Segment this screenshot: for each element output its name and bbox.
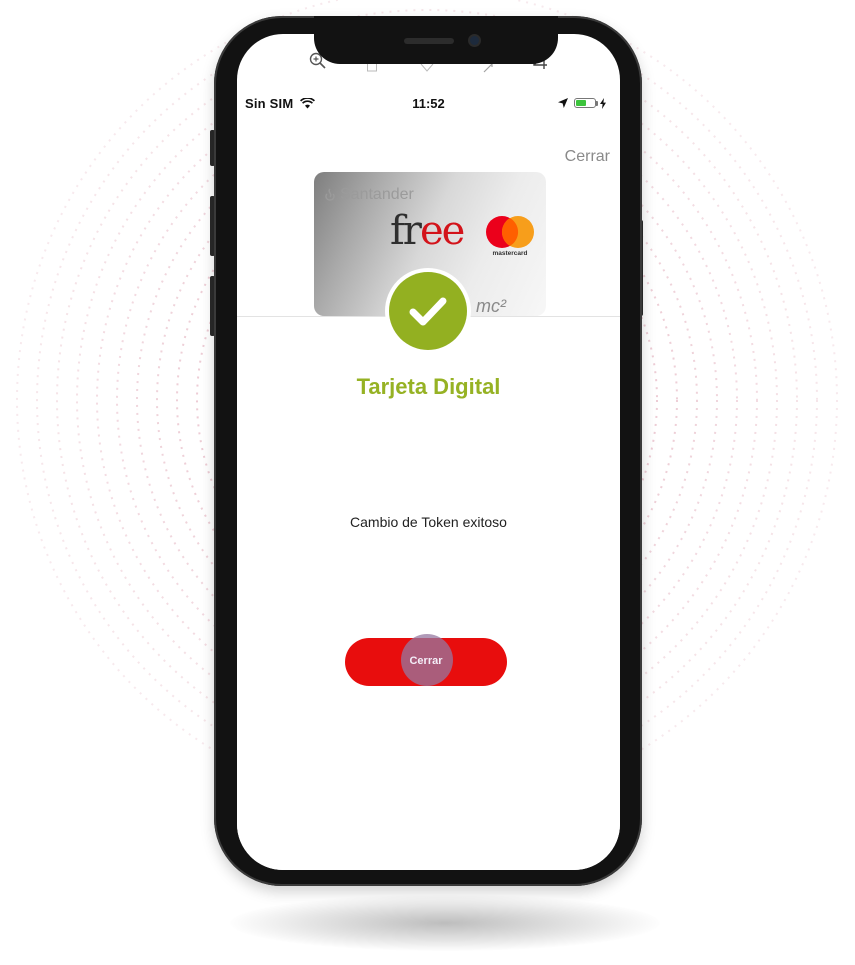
front-camera — [470, 36, 479, 45]
phone-speaker — [404, 38, 454, 44]
dialog-title: Tarjeta Digital — [356, 374, 501, 399]
charging-bolt-icon — [600, 97, 606, 109]
santander-flame-icon — [325, 188, 335, 201]
success-badge — [389, 272, 467, 350]
card-bank-name: Santander — [340, 186, 414, 203]
phone-screen: Sin SIM 11:52 Cerrar Santander free mast… — [237, 34, 620, 870]
card-product-prefix: fr — [390, 208, 422, 254]
card-product-suffix: ee — [419, 208, 465, 254]
mastercard-wordmark: mastercard — [492, 250, 528, 257]
card-tag: mc² — [476, 296, 506, 316]
close-button-label: Cerrar — [409, 655, 443, 667]
phone-floor-shadow — [230, 895, 660, 951]
location-arrow-icon — [558, 98, 568, 108]
dialog-message: Cambio de Token exitoso — [350, 514, 507, 530]
header-close-link[interactable]: Cerrar — [565, 148, 610, 166]
close-button[interactable]: Cerrar — [345, 634, 507, 686]
battery-icon — [574, 98, 598, 108]
checkmark-icon — [409, 297, 447, 326]
card-product-name: free — [390, 208, 465, 254]
mastercard-circles-icon — [486, 216, 534, 248]
status-right-icons — [558, 96, 606, 110]
mastercard-logo: mastercard — [484, 214, 536, 262]
card-bank-brand: Santander — [324, 186, 414, 204]
